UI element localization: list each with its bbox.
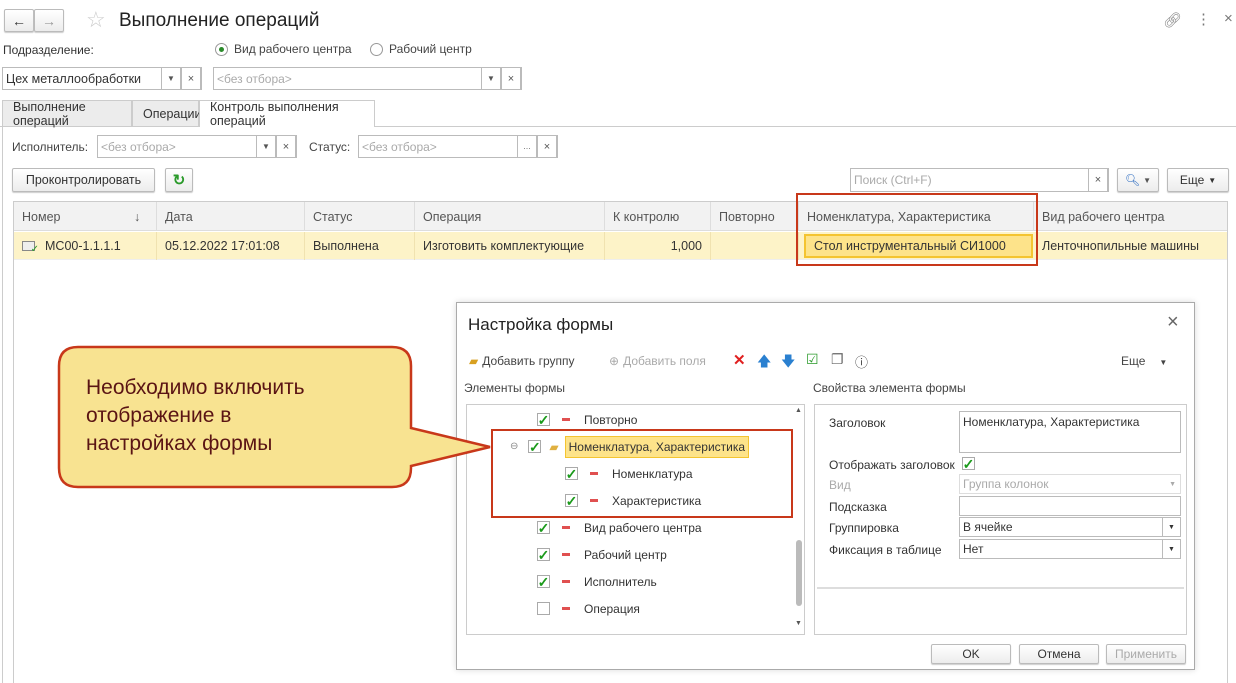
callout-text: Необходимо включить отображение в настройк… [86, 376, 305, 455]
callout-bubble [57, 345, 491, 489]
